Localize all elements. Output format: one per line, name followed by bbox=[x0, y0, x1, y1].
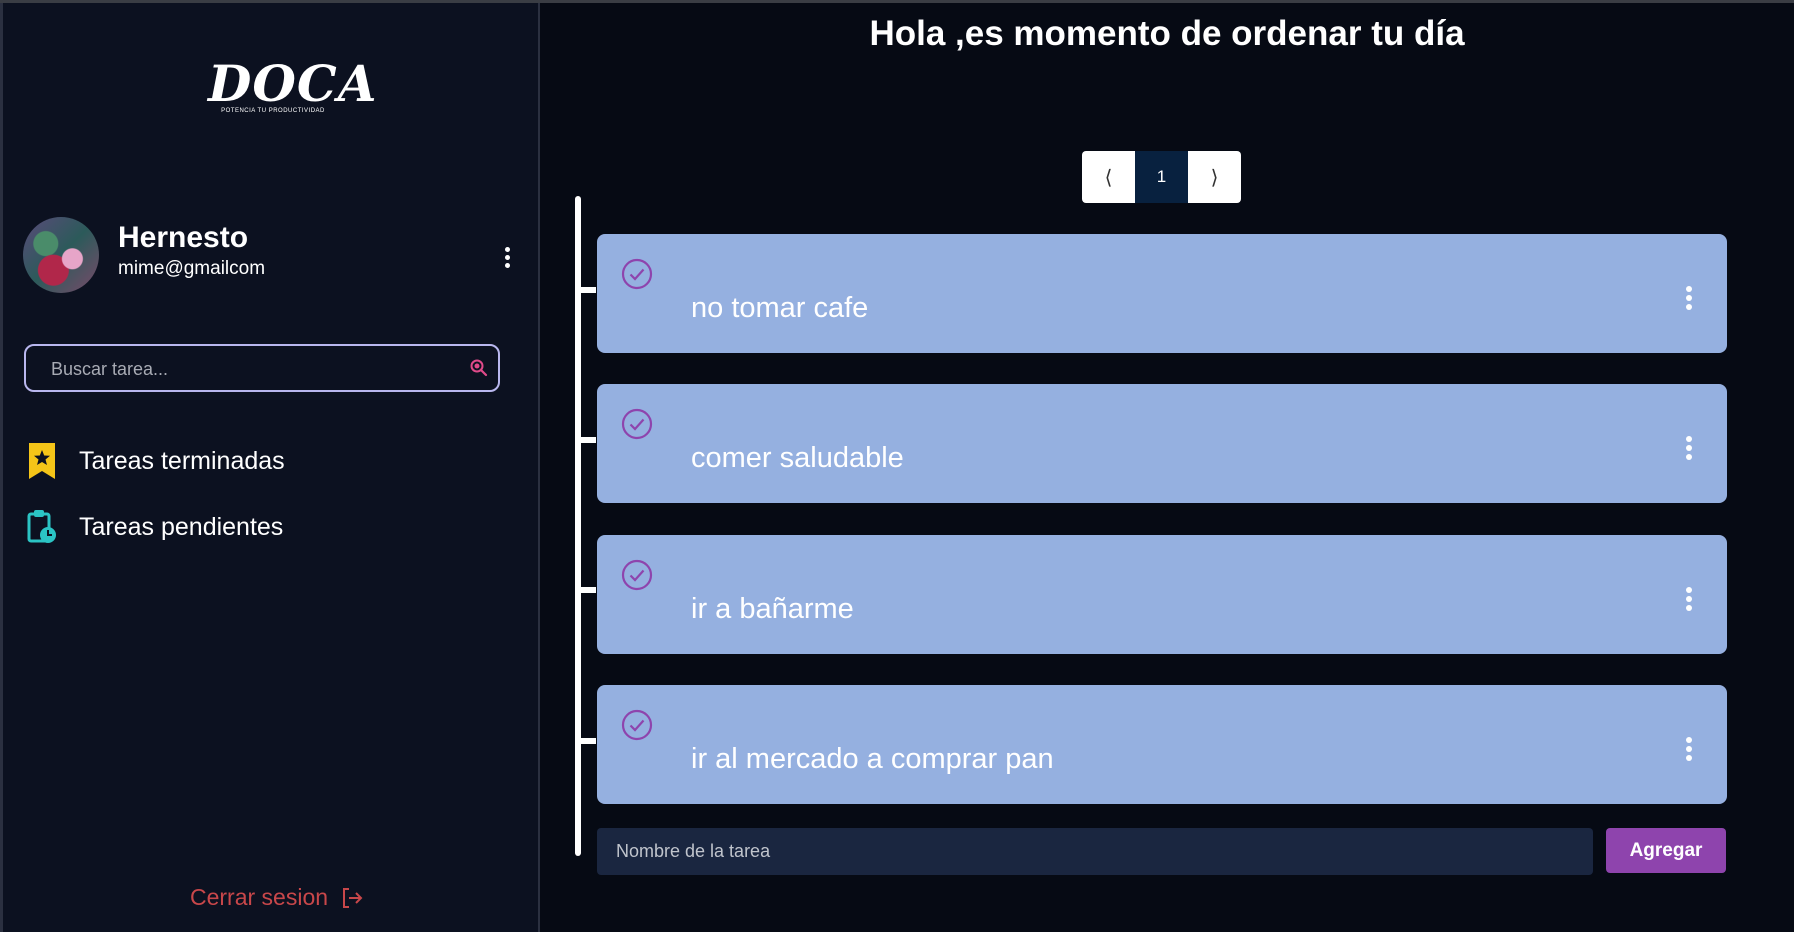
timeline-tick bbox=[578, 587, 596, 593]
task-label: no tomar cafe bbox=[691, 292, 869, 324]
nav-tareas-pendientes[interactable]: Tareas pendientes bbox=[27, 509, 283, 545]
prev-page-button[interactable]: ⟨ bbox=[1082, 151, 1135, 203]
next-page-button[interactable]: ⟩ bbox=[1188, 151, 1241, 203]
sidebar: DOCA POTENCIA TU PRODUCTIVIDAD Hernesto … bbox=[0, 3, 540, 932]
task-label: ir al mercado a comprar pan bbox=[691, 743, 1054, 775]
nav-label: Tareas pendientes bbox=[79, 512, 284, 541]
clipboard-clock-icon bbox=[27, 510, 56, 543]
pagination: ⟨ 1 ⟩ bbox=[1082, 151, 1241, 203]
check-circle-icon[interactable] bbox=[621, 258, 653, 290]
nav-tareas-terminadas[interactable]: Tareas terminadas bbox=[27, 443, 285, 479]
current-page[interactable]: 1 bbox=[1135, 151, 1188, 203]
avatar bbox=[23, 217, 99, 293]
nav-label: Tareas terminadas bbox=[79, 446, 285, 475]
task-menu-icon[interactable] bbox=[1685, 436, 1693, 463]
search-input[interactable] bbox=[49, 346, 453, 392]
task-menu-icon[interactable] bbox=[1685, 587, 1693, 614]
check-circle-icon[interactable] bbox=[621, 559, 653, 591]
check-circle-icon[interactable] bbox=[621, 709, 653, 741]
task-menu-icon[interactable] bbox=[1685, 737, 1693, 764]
bookmark-star-icon bbox=[29, 443, 55, 479]
timeline-tick bbox=[578, 287, 596, 293]
task-card: ir a bañarme bbox=[597, 535, 1727, 654]
search-icon[interactable] bbox=[469, 358, 489, 378]
logout-button[interactable]: Cerrar sesion bbox=[190, 884, 364, 911]
task-card: comer saludable bbox=[597, 384, 1727, 503]
logo-word: DOCA bbox=[208, 54, 378, 113]
page-title: Hola ,es momento de ordenar tu día bbox=[869, 14, 1465, 53]
timeline-tick bbox=[578, 437, 596, 443]
search-box bbox=[24, 344, 500, 392]
logo-tagline: POTENCIA TU PRODUCTIVIDAD bbox=[221, 108, 325, 114]
task-card: no tomar cafe bbox=[597, 234, 1727, 353]
user-email: mime@gmailcom bbox=[118, 258, 266, 279]
logout-icon bbox=[343, 887, 363, 908]
task-menu-icon[interactable] bbox=[1685, 286, 1693, 313]
timeline-tick bbox=[578, 738, 596, 744]
task-card: ir al mercado a comprar pan bbox=[597, 685, 1727, 804]
user-name: Hernesto bbox=[118, 221, 249, 254]
task-label: comer saludable bbox=[691, 442, 904, 474]
task-label: ir a bañarme bbox=[691, 593, 854, 625]
timeline-line bbox=[575, 196, 581, 856]
new-task-input[interactable] bbox=[597, 828, 1593, 875]
app-logo: DOCA POTENCIA TU PRODUCTIVIDAD bbox=[208, 54, 378, 115]
logout-label: Cerrar sesion bbox=[190, 884, 329, 910]
add-task-button[interactable]: Agregar bbox=[1606, 828, 1726, 873]
check-circle-icon[interactable] bbox=[621, 408, 653, 440]
profile-menu-icon[interactable] bbox=[500, 247, 514, 269]
